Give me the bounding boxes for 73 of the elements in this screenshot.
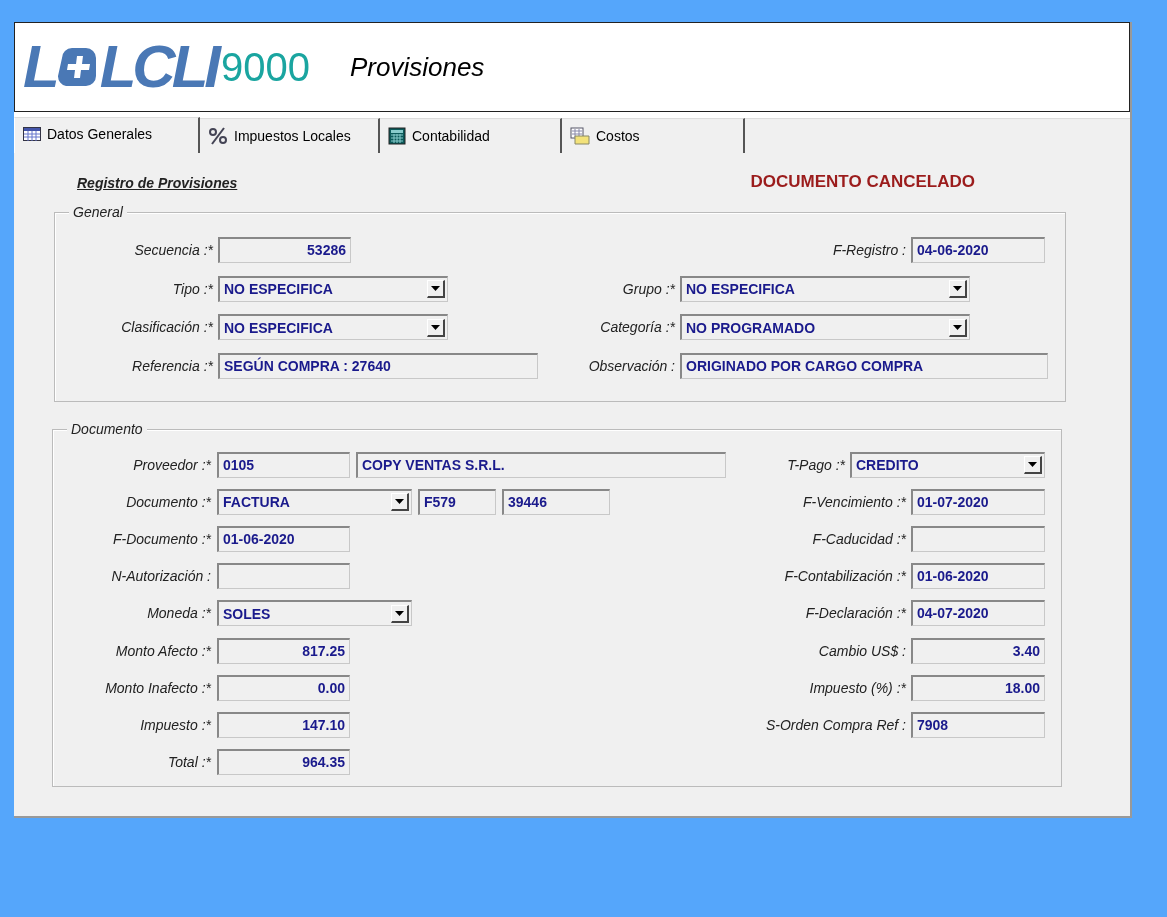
tab-label: Contabilidad bbox=[412, 128, 490, 144]
tab[interactable]: Contabilidad bbox=[380, 118, 562, 153]
field-label: Impuesto :* bbox=[139, 716, 211, 733]
input-field[interactable]: 01-07-2020 bbox=[911, 488, 1045, 515]
dropdown[interactable]: NO ESPECIFICA bbox=[680, 275, 970, 302]
input-field[interactable]: 0.00 bbox=[217, 674, 350, 701]
percent-icon bbox=[208, 127, 228, 145]
tab[interactable]: Impuestos Locales bbox=[200, 118, 380, 153]
field-label: Moneda :* bbox=[146, 605, 211, 622]
input-field[interactable]: 3.40 bbox=[911, 637, 1045, 664]
input-field[interactable]: COPY VENTAS S.R.L. bbox=[356, 451, 726, 478]
input-field[interactable]: 53286 bbox=[218, 237, 351, 264]
tab[interactable]: Costos bbox=[562, 118, 745, 153]
field-label: Referencia :* bbox=[131, 357, 213, 374]
dropdown[interactable]: NO PROGRAMADO bbox=[680, 314, 970, 341]
dropdown[interactable]: NO ESPECIFICA bbox=[218, 275, 448, 302]
input-field[interactable]: 04-07-2020 bbox=[911, 600, 1045, 627]
field-label: Monto Afecto :* bbox=[114, 642, 211, 659]
calculator-icon bbox=[388, 127, 406, 145]
dropdown[interactable]: CREDITO bbox=[850, 451, 1045, 478]
dropdown[interactable]: SOLES bbox=[217, 600, 412, 627]
input-field[interactable]: 39446 bbox=[502, 488, 610, 515]
field-label: F-Registro : bbox=[832, 242, 906, 259]
input-field[interactable] bbox=[217, 563, 350, 590]
field-label: F-Caducidad :* bbox=[812, 530, 906, 547]
input-field[interactable]: 147.10 bbox=[217, 711, 350, 738]
field-label: Cambio US$ : bbox=[818, 642, 906, 659]
field-label: Observación : bbox=[587, 357, 675, 374]
input-field[interactable]: 964.35 bbox=[217, 749, 350, 776]
folder-icon bbox=[570, 127, 590, 145]
section-heading: Registro de Provisiones bbox=[77, 175, 238, 191]
field-label: Categoría :* bbox=[599, 319, 675, 336]
group-legend: Documento bbox=[67, 421, 147, 437]
calendar-icon bbox=[23, 126, 41, 141]
input-field[interactable]: 7908 bbox=[911, 711, 1045, 738]
tab[interactable]: Datos Generales bbox=[14, 117, 200, 153]
status-label: DOCUMENTO CANCELADO bbox=[750, 172, 975, 192]
input-field[interactable]: F579 bbox=[418, 488, 496, 515]
field-label: Documento :* bbox=[125, 493, 211, 510]
input-field[interactable]: 01-06-2020 bbox=[911, 563, 1045, 590]
group-legend: General bbox=[69, 204, 127, 220]
field-label: F-Declaración :* bbox=[805, 605, 906, 622]
field-label: Clasificación :* bbox=[120, 319, 213, 336]
tab-label: Impuestos Locales bbox=[234, 128, 351, 144]
window-title: Provisiones bbox=[349, 51, 485, 83]
dropdown[interactable]: FACTURA bbox=[217, 488, 412, 515]
field-label: F-Contabilización :* bbox=[784, 568, 906, 585]
logo-number: 9000 bbox=[220, 47, 310, 87]
field-label: Total :* bbox=[166, 754, 211, 771]
field-label: Proveedor :* bbox=[132, 456, 211, 473]
tab-label: Datos Generales bbox=[47, 125, 153, 142]
input-field[interactable]: 01-06-2020 bbox=[217, 525, 350, 552]
input-field[interactable]: 817.25 bbox=[217, 637, 350, 664]
field-label: Impuesto (%) :* bbox=[809, 679, 906, 696]
field-label: S-Orden Compra Ref : bbox=[765, 716, 906, 733]
field-label: N-Autorización : bbox=[110, 568, 211, 585]
field-label: T-Pago :* bbox=[787, 456, 845, 473]
dropdown[interactable]: NO ESPECIFICA bbox=[218, 314, 448, 341]
field-label: Grupo :* bbox=[621, 280, 675, 297]
input-field[interactable]: 04-06-2020 bbox=[911, 237, 1045, 264]
field-label: F-Vencimiento :* bbox=[803, 493, 906, 510]
tab-label: Costos bbox=[596, 128, 640, 144]
input-field[interactable]: ORIGINADO POR CARGO COMPRA bbox=[680, 352, 1048, 379]
field-label: Secuencia :* bbox=[133, 242, 213, 259]
field-label: F-Documento :* bbox=[111, 530, 211, 547]
field-label: Tipo :* bbox=[171, 280, 213, 297]
logo-text: LCLI bbox=[99, 37, 217, 97]
field-label: Monto Inafecto :* bbox=[104, 679, 211, 696]
logo-letter: L bbox=[23, 37, 56, 97]
input-field[interactable]: SEGÚN COMPRA : 27640 bbox=[218, 352, 538, 379]
input-field[interactable]: 18.00 bbox=[911, 674, 1045, 701]
input-field[interactable]: 0105 bbox=[217, 451, 350, 478]
input-field[interactable] bbox=[911, 525, 1045, 552]
